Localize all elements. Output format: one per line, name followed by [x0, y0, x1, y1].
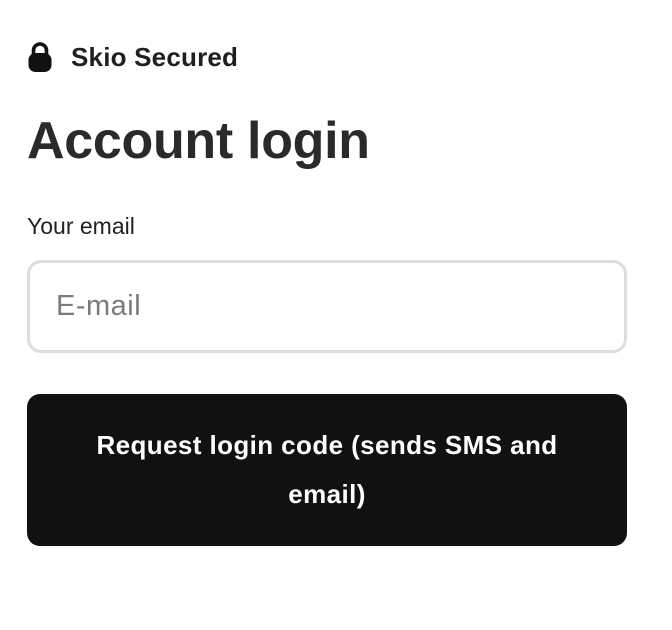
- secured-label: Skio Secured: [71, 41, 239, 72]
- secured-badge: Skio Secured: [27, 40, 627, 74]
- email-field-label: Your email: [27, 213, 135, 239]
- login-page: Skio Secured Account login Your email Re…: [27, 40, 627, 546]
- request-login-code-label: Request login code (sends SMS and email): [96, 430, 558, 509]
- page-title: Account login: [27, 112, 370, 170]
- request-login-code-button[interactable]: Request login code (sends SMS and email): [27, 394, 627, 546]
- email-field[interactable]: [27, 260, 627, 353]
- lock-icon: [27, 41, 53, 73]
